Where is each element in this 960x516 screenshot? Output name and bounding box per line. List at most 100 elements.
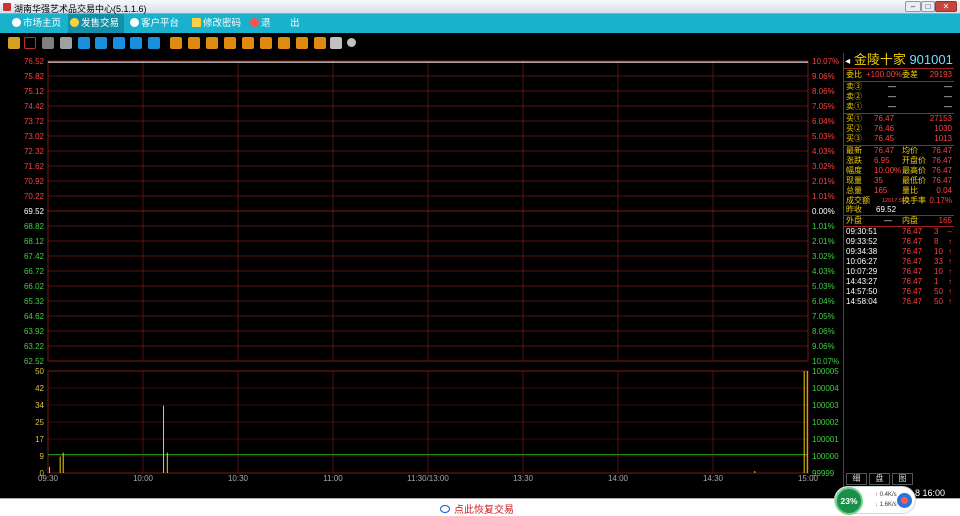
tab-chart[interactable]: 图 <box>892 473 913 485</box>
stat-row: 幅度 10.00% 最高价 76.47 <box>844 166 954 176</box>
close-button[interactable]: ✕ <box>935 1 957 12</box>
sell-level-row: 卖③ — — <box>844 82 954 92</box>
tool-button-10-icon[interactable] <box>242 37 254 49</box>
speed-widget[interactable]: 23% ↑ 0.4K/s ↓ 1.6K/s <box>834 486 916 515</box>
upload-speed-value: 0.4K/s <box>879 492 897 498</box>
stat-label: 换手率 <box>902 196 926 205</box>
toolbar <box>0 33 960 53</box>
menu-market-home[interactable]: 市场主页 <box>10 14 66 33</box>
minimize-button[interactable]: – <box>905 1 921 12</box>
tab-detail[interactable]: 细 <box>846 473 867 485</box>
accelerator-ball-icon[interactable] <box>897 493 912 508</box>
tick-time: 09:30:51 <box>846 227 878 236</box>
time-tick-label: 13:30 <box>513 474 534 483</box>
level-price: — <box>888 92 896 101</box>
tool-button-3-icon[interactable] <box>113 37 125 49</box>
settings-button-icon[interactable] <box>347 38 356 47</box>
tick-row: 14:57:50 76.47 50 ↑ <box>844 287 954 297</box>
menu-label: 退 <box>261 18 271 29</box>
stat-label: 均价 <box>902 146 918 155</box>
stat-label: 最低价 <box>902 176 926 185</box>
tool-button-6-icon[interactable] <box>170 37 182 49</box>
tick-direction-icon: – <box>947 227 952 236</box>
price-tick-label: 67.42 <box>24 252 45 261</box>
menu-exit[interactable]: 退 <box>248 14 276 33</box>
percent-tick-label: 8.06% <box>812 327 835 336</box>
tick-volume: 10 <box>934 247 943 256</box>
panel-tabs: 细 盘 图 <box>844 473 954 485</box>
level-price: — <box>888 102 896 111</box>
kline-button-icon[interactable] <box>8 37 20 49</box>
price-tick-label: 71.62 <box>24 162 45 171</box>
stat-value: 0.17% <box>929 196 952 205</box>
tick-direction-icon: ↑ <box>948 277 952 286</box>
stat-label: 最新 <box>846 146 862 155</box>
timeshare-button-icon[interactable] <box>24 37 36 49</box>
globe-icon <box>12 18 21 27</box>
upload-speed: ↑ 0.4K/s <box>875 492 897 498</box>
resume-trading-label: 点此恢复交易 <box>454 505 514 516</box>
stat-value: 76.47 <box>931 176 952 185</box>
price-tick-label: 70.92 <box>24 177 45 186</box>
tool-button-7-icon[interactable] <box>188 37 200 49</box>
tool-button-14-icon[interactable] <box>314 37 326 49</box>
menu-label: 出 <box>290 18 300 29</box>
tick-direction-icon: ↑ <box>948 297 952 306</box>
buy-level-row: 买① 76.47 27153 <box>844 114 954 124</box>
stat-label: 现量 <box>846 176 862 185</box>
maximize-button[interactable]: □ <box>921 1 935 12</box>
tool-button-1-icon[interactable] <box>78 37 90 49</box>
tool-button-5-icon[interactable] <box>148 37 160 49</box>
price-tick-label: 73.02 <box>24 132 45 141</box>
percent-tick-label: 3.02% <box>812 252 835 261</box>
tick-price: 76.47 <box>902 287 923 296</box>
tool-button-13-icon[interactable] <box>296 37 308 49</box>
level-label: 卖② <box>846 92 862 101</box>
draw-button-icon[interactable] <box>330 37 342 49</box>
tool-button-4-icon[interactable] <box>130 37 142 49</box>
tool-button-11-icon[interactable] <box>260 37 272 49</box>
percent-tick-label: 9.06% <box>812 342 835 351</box>
tick-price: 76.47 <box>902 277 923 286</box>
tick-time: 10:06:27 <box>846 257 878 266</box>
tool-button-2-icon[interactable] <box>95 37 107 49</box>
resume-trading-link[interactable]: 点此恢复交易 <box>440 501 514 516</box>
menu-exit-tail[interactable]: 出 <box>288 14 308 33</box>
candle-button-icon[interactable] <box>42 37 54 49</box>
volume-tick-label: 17 <box>35 435 44 444</box>
price-tick-label: 68.82 <box>24 222 45 231</box>
order-ratio-value: +100.00% <box>866 70 903 79</box>
price-tick-label: 64.62 <box>24 312 45 321</box>
stat-value: 0.04 <box>936 186 952 195</box>
tick-volume: 10 <box>934 267 943 276</box>
status-bar: 点此恢复交易 <box>0 498 960 516</box>
stat-label: 涨跌 <box>846 156 862 165</box>
tool-button-9-icon[interactable] <box>224 37 236 49</box>
tick-direction-icon: ↑ <box>948 287 952 296</box>
percent-tick-label: 4.03% <box>812 267 835 276</box>
sell-level-row: 卖① — — <box>844 102 954 112</box>
download-speed: ↓ 1.6K/s <box>875 502 897 508</box>
chevron-left-icon[interactable]: ◂ <box>845 56 850 67</box>
menu-label: 客户平台 <box>141 18 180 29</box>
menu-client-platform[interactable]: 客户平台 <box>128 14 184 33</box>
menu-issue-trading[interactable]: 发售交易 <box>68 14 124 33</box>
time-share-chart[interactable]: 76.52 10.07% 75.82 9.06% 75.12 8.06% 74.42 7.05… <box>4 53 841 498</box>
percent-tick-label: 3.02% <box>812 162 835 171</box>
calendar-button-icon[interactable] <box>60 37 72 49</box>
menu-bar: 市场主页 发售交易 客户平台 修改密码 退 出 <box>0 14 960 33</box>
price-tick-label: 68.12 <box>24 237 45 246</box>
tick-row: 09:33:52 76.47 8 ↑ <box>844 237 954 247</box>
eye-icon <box>440 505 450 513</box>
tab-book[interactable]: 盘 <box>869 473 890 485</box>
outer-inner-row: 外盘 — 内盘 165 <box>844 216 954 226</box>
tick-price: 76.47 <box>902 237 923 246</box>
tool-button-8-icon[interactable] <box>206 37 218 49</box>
tick-price: 76.47 <box>902 247 923 256</box>
tick-time: 10:07:29 <box>846 267 878 276</box>
prev-close-row: 昨收 69.52 <box>844 205 954 215</box>
price-tick-label: 62.52 <box>24 357 45 366</box>
menu-change-password[interactable]: 修改密码 <box>190 14 246 33</box>
tool-button-12-icon[interactable] <box>278 37 290 49</box>
tick-price: 76.47 <box>902 297 923 306</box>
